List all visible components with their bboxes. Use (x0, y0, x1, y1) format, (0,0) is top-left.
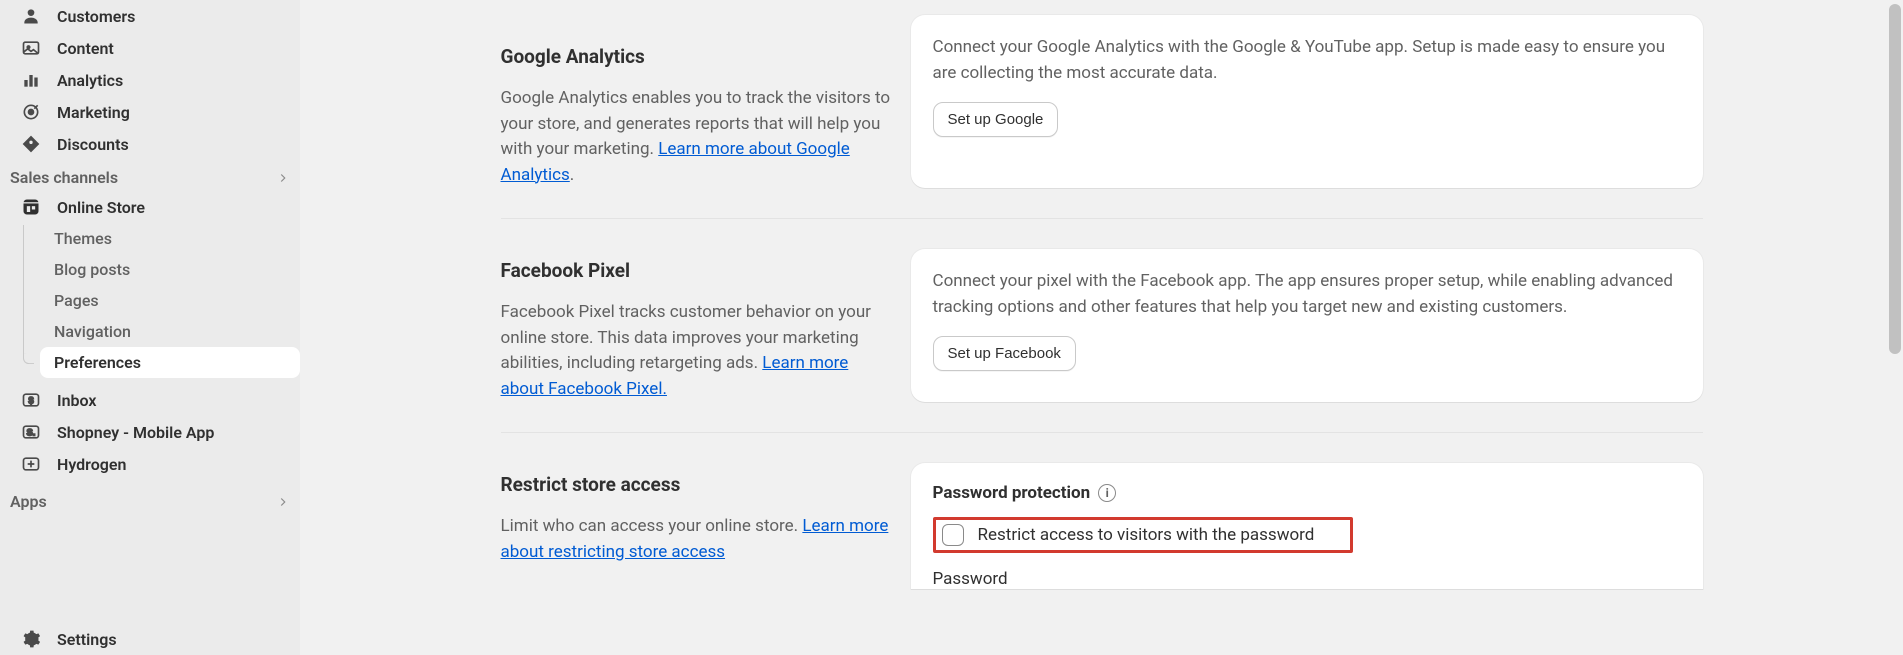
card-text: Connect your pixel with the Facebook app… (933, 269, 1681, 320)
sidebar-item-hydrogen[interactable]: Hydrogen (10, 448, 290, 480)
subnav-blog-posts[interactable]: Blog posts (40, 254, 300, 285)
facebook-pixel-card: Connect your pixel with the Facebook app… (911, 249, 1703, 402)
image-icon (20, 38, 42, 58)
section-facebook-pixel: Facebook Pixel Facebook Pixel tracks cus… (501, 218, 1703, 432)
card-heading: Password protection i (933, 483, 1681, 503)
sidebar-item-label: Online Store (57, 198, 280, 217)
apps-label: Apps (10, 492, 47, 511)
sidebar-item-label: Marketing (57, 103, 280, 122)
user-icon (20, 6, 42, 26)
password-protection-card: Password protection i Restrict access to… (911, 463, 1703, 589)
restrict-access-checkbox[interactable] (942, 524, 964, 546)
sidebar-item-label: Settings (57, 630, 280, 649)
subnav-label: Pages (54, 291, 99, 310)
checkbox-label: Restrict access to visitors with the pas… (978, 525, 1315, 545)
setup-facebook-button[interactable]: Set up Facebook (933, 336, 1076, 371)
sidebar-item-content[interactable]: Content (10, 32, 290, 64)
sidebar-item-online-store[interactable]: Online Store (10, 191, 290, 223)
chevron-right-icon (276, 171, 290, 185)
gear-icon (20, 629, 42, 649)
sidebar-item-analytics[interactable]: Analytics (10, 64, 290, 96)
section-description: Google Analytics enables you to track th… (501, 86, 891, 188)
info-icon[interactable]: i (1098, 484, 1116, 502)
tag-icon (20, 134, 42, 154)
section-title: Google Analytics (501, 45, 891, 68)
card-text: Connect your Google Analytics with the G… (933, 35, 1681, 86)
scrollbar[interactable] (1887, 0, 1903, 655)
chevron-right-icon (276, 495, 290, 509)
subnav-label: Preferences (54, 353, 141, 372)
main-content: Google Analytics Google Analytics enable… (300, 0, 1903, 655)
online-store-subnav: Themes Blog posts Pages Navigation Prefe… (0, 223, 300, 378)
sidebar-item-shopney[interactable]: S. Shopney - Mobile App (10, 416, 290, 448)
sidebar-item-label: Inbox (57, 391, 280, 410)
subnav-label: Blog posts (54, 260, 130, 279)
subnav-themes[interactable]: Themes (40, 223, 300, 254)
subnav-navigation[interactable]: Navigation (40, 316, 300, 347)
section-google-analytics: Google Analytics Google Analytics enable… (501, 0, 1703, 218)
section-restrict-access: Restrict store access Limit who can acce… (501, 432, 1703, 589)
shopney-icon: S. (20, 422, 42, 442)
google-analytics-card: Connect your Google Analytics with the G… (911, 15, 1703, 188)
sales-channels-header[interactable]: Sales channels (0, 160, 300, 191)
sidebar-item-label: Hydrogen (57, 455, 280, 474)
inbox-icon: $ (20, 390, 42, 410)
password-field-label: Password (933, 569, 1681, 589)
sidebar-item-label: Customers (57, 7, 280, 26)
section-title: Facebook Pixel (501, 259, 891, 282)
sales-channels-label: Sales channels (10, 168, 118, 187)
scrollbar-thumb[interactable] (1889, 4, 1901, 354)
bars-icon (20, 70, 42, 90)
sidebar-item-label: Shopney - Mobile App (57, 423, 280, 442)
apps-header[interactable]: Apps (0, 480, 300, 515)
sidebar-item-marketing[interactable]: Marketing (10, 96, 290, 128)
sidebar-item-label: Content (57, 39, 280, 58)
restrict-access-checkbox-row[interactable]: Restrict access to visitors with the pas… (933, 517, 1353, 553)
subnav-pages[interactable]: Pages (40, 285, 300, 316)
sidebar-item-customers[interactable]: Customers (10, 0, 290, 32)
subnav-label: Navigation (54, 322, 131, 341)
target-icon (20, 102, 42, 122)
sidebar-item-inbox[interactable]: $ Inbox (10, 384, 290, 416)
section-title: Restrict store access (501, 473, 891, 496)
sidebar-item-label: Analytics (57, 71, 280, 90)
svg-text:S.: S. (27, 427, 36, 437)
sidebar-item-settings[interactable]: Settings (10, 623, 290, 655)
subnav-label: Themes (54, 229, 112, 248)
section-description: Facebook Pixel tracks customer behavior … (501, 300, 891, 402)
section-description: Limit who can access your online store. … (501, 514, 891, 565)
subnav-preferences[interactable]: Preferences (40, 347, 300, 378)
sidebar-item-discounts[interactable]: Discounts (10, 128, 290, 160)
store-icon (20, 197, 42, 217)
sidebar-item-label: Discounts (57, 135, 280, 154)
sidebar: Customers Content Analytics Marketing (0, 0, 300, 655)
hydrogen-icon (20, 454, 42, 474)
svg-text:$: $ (28, 395, 33, 405)
setup-google-button[interactable]: Set up Google (933, 102, 1059, 137)
